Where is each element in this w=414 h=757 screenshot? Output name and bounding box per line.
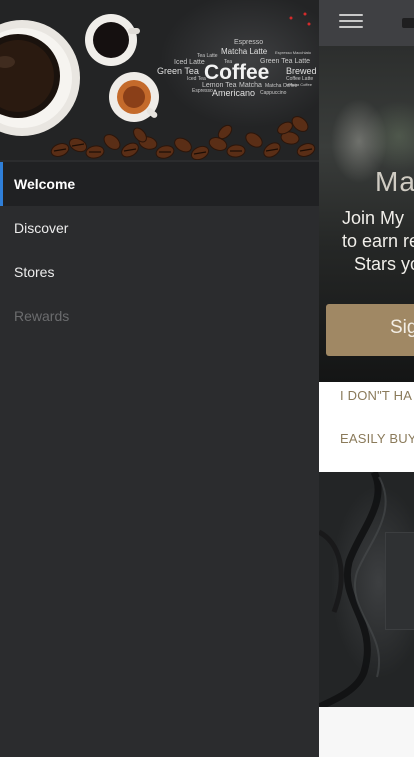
hero-text-line: Stars yo (354, 254, 414, 274)
gift-card (385, 532, 414, 630)
word-cloud-text: Espresso (192, 88, 213, 94)
menu-item-welcome[interactable]: Welcome (0, 162, 319, 206)
info-section: I DON"T HA EASILY BUY (319, 382, 414, 472)
word-cloud-text: Americano (212, 88, 255, 98)
menu-item-discover[interactable]: Discover (0, 206, 319, 250)
menu-item-stores[interactable]: Stores (0, 250, 319, 294)
word-cloud-text: Green Tea (157, 66, 199, 76)
word-cloud-text: Matcha Coffee (286, 82, 313, 87)
info-link[interactable]: EASILY BUY (340, 431, 414, 446)
word-cloud-text: Espresso (234, 39, 263, 46)
word-cloud-text: Espresso Macchiato (275, 50, 312, 55)
menu-item-rewards[interactable]: Rewards (0, 294, 319, 338)
hero-text: Join My to earn re Stars yo (342, 207, 414, 276)
hero-banner: Ma Join My to earn re Stars yo Sig (319, 46, 414, 382)
word-cloud-text: Cappuccino (260, 90, 287, 96)
top-app-bar (319, 0, 414, 46)
word-cloud-main: Coffee (204, 61, 269, 84)
word-cloud-text: Iced Latte (174, 59, 205, 66)
info-link[interactable]: I DON"T HA (340, 388, 412, 403)
hero-title: Ma (375, 166, 414, 197)
toolbar-icon[interactable] (402, 18, 414, 28)
word-cloud-text: Brewed (286, 66, 317, 76)
drawer-header-image: Espresso Matcha Latte Tea Latte Iced Lat… (0, 0, 319, 160)
drawer-menu: Welcome Discover Stores Rewards (0, 162, 319, 338)
sign-in-button[interactable]: Sig (326, 304, 414, 356)
hamburger-icon[interactable] (339, 13, 365, 31)
hero-text-line: Join My (342, 208, 405, 228)
navigation-drawer: Espresso Matcha Latte Tea Latte Iced Lat… (0, 0, 319, 757)
hero-text-line: to earn re (342, 231, 414, 251)
promo-image (319, 472, 414, 707)
main-content: Ma Join My to earn re Stars yo Sig I DON… (319, 0, 414, 757)
word-cloud-text: Matcha Latte (221, 47, 268, 56)
footer-area (319, 707, 414, 757)
